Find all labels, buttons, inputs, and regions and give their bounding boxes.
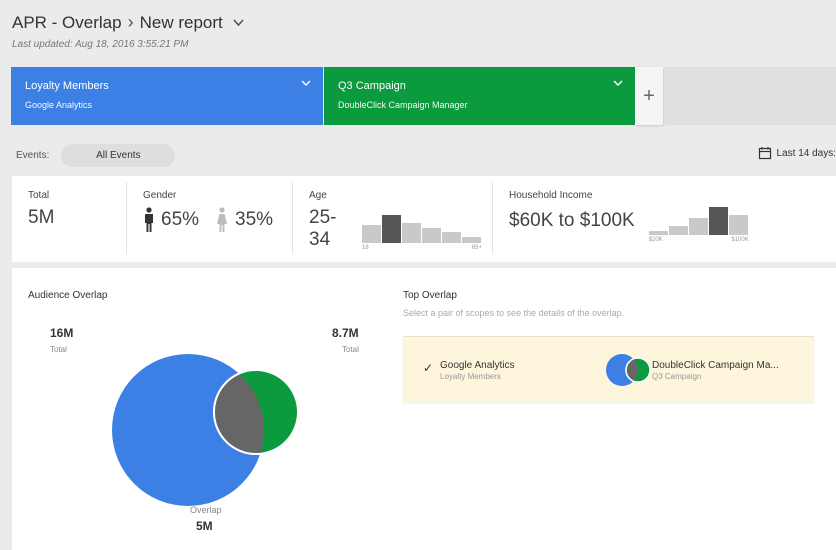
histogram-bar — [648, 231, 668, 235]
male-percent: 65% — [161, 209, 200, 230]
right-scope-count: 8.7M — [332, 326, 359, 340]
pair-scope-a: Google Analytics Loyalty Members — [440, 360, 515, 381]
chevron-down-icon[interactable] — [613, 78, 623, 88]
histogram-bar — [462, 237, 481, 243]
add-scope-button[interactable]: + — [635, 67, 663, 125]
events-selector[interactable]: All Events — [61, 143, 176, 167]
age-value: 25-34 — [309, 207, 337, 250]
stats-bar: Total 5M Gender 65% 35% Age 25-34 18 65+… — [12, 176, 836, 262]
pair-scope-name: DoubleClick Campaign Ma... — [652, 360, 779, 371]
empty-scope-slot — [665, 67, 836, 125]
female-percent: 35% — [235, 209, 274, 230]
histogram-bar — [668, 226, 688, 235]
stat-total: Total 5M — [12, 182, 127, 254]
stat-gender: Gender 65% 35% — [127, 182, 293, 254]
mini-venn-icon — [606, 354, 651, 386]
histogram-bar — [442, 232, 461, 243]
report-name: New report — [139, 12, 223, 32]
histogram-bar — [422, 228, 441, 243]
top-overlap-subtitle: Select a pair of scopes to see the detai… — [403, 308, 625, 318]
check-icon: ✓ — [423, 361, 434, 375]
age-histogram: 18 65+ — [362, 215, 482, 251]
pair-scope-sub: Loyalty Members — [440, 372, 501, 381]
histogram-bar — [688, 218, 708, 235]
scope-source: DoubleClick Campaign Manager — [338, 100, 468, 110]
axis-min-label: 18 — [362, 245, 369, 251]
stat-value: 5M — [28, 207, 55, 228]
stat-label: Gender — [143, 190, 177, 201]
top-overlap-title: Top Overlap — [403, 290, 457, 301]
stat-age: Age 25-34 18 65+ — [293, 182, 493, 254]
scope-card-loyalty-members[interactable]: Loyalty Members Google Analytics — [11, 67, 323, 125]
chevron-down-icon[interactable] — [233, 18, 244, 27]
stat-label: Household Income — [509, 190, 593, 201]
events-label: Events: — [16, 149, 50, 161]
stat-label: Total — [28, 190, 50, 201]
stat-household-income: Household Income $60K to $100K $20K $100… — [493, 182, 836, 254]
report-header: APR - Overlap › New report Last updated:… — [12, 12, 244, 50]
scope-source: Google Analytics — [25, 100, 93, 110]
overlap-count: 5M — [196, 519, 213, 533]
left-scope-count: 16M — [50, 326, 74, 340]
venn-diagram[interactable] — [112, 352, 302, 512]
calendar-icon — [758, 147, 771, 160]
female-icon — [217, 207, 228, 232]
male-icon — [145, 207, 153, 232]
income-histogram: $20K $100K — [648, 207, 749, 243]
right-scope-caption: Total — [342, 345, 359, 354]
gender-female: 35% — [215, 207, 273, 233]
gender-male: 65% — [143, 207, 199, 233]
property-name: APR - Overlap — [12, 12, 122, 32]
events-filter-row: Events: All Events Last 14 days: — [16, 142, 836, 168]
chevron-down-icon[interactable] — [301, 78, 311, 88]
date-range-label: Last 14 days: — [776, 147, 836, 159]
last-updated-text: Last updated: Aug 18, 2016 3:55:21 PM — [12, 39, 189, 50]
pair-scope-b: DoubleClick Campaign Ma... Q3 Campaign — [652, 360, 779, 381]
stat-value: $60K to $100K $20K $100K — [509, 207, 826, 243]
left-scope-caption: Total — [50, 345, 67, 354]
histogram-axis: 18 65+ — [362, 245, 482, 253]
stat-value: 65% 35% — [143, 207, 282, 233]
stat-label: Age — [309, 190, 327, 201]
pair-scope-name: Google Analytics — [440, 360, 515, 371]
scope-name: Q3 Campaign — [338, 80, 406, 92]
date-range-picker[interactable]: Last 14 days: — [758, 146, 836, 160]
overlap-pair-row[interactable]: ✓ Google Analytics Loyalty Members Doubl… — [403, 336, 814, 402]
report-title[interactable]: APR - Overlap › New report — [12, 12, 244, 33]
audience-overlap-title: Audience Overlap — [28, 290, 108, 301]
histogram-bar — [382, 215, 401, 243]
breadcrumb-separator: › — [127, 12, 134, 32]
pair-scope-sub: Q3 Campaign — [652, 372, 702, 381]
histogram-bar — [708, 207, 728, 235]
stat-value: 25-34 18 65+ — [309, 207, 482, 251]
income-value: $60K to $100K — [509, 210, 635, 231]
scope-card-q3-campaign[interactable]: Q3 Campaign DoubleClick Campaign Manager — [323, 67, 635, 125]
scope-bar: Loyalty Members Google Analytics Q3 Camp… — [11, 67, 836, 125]
histogram-bar — [362, 225, 381, 243]
overlap-caption: Overlap — [190, 505, 222, 515]
histogram-bar — [402, 223, 421, 243]
axis-max-label: $100K — [731, 237, 749, 243]
axis-min-label: $20K — [648, 237, 663, 243]
histogram-axis: $20K $100K — [649, 237, 749, 245]
scope-name: Loyalty Members — [25, 80, 109, 92]
histogram-bar — [728, 215, 748, 235]
overlap-panel: Audience Overlap 16M Total 8.7M Total Ov… — [12, 268, 836, 550]
axis-max-label: 65+ — [471, 245, 482, 251]
